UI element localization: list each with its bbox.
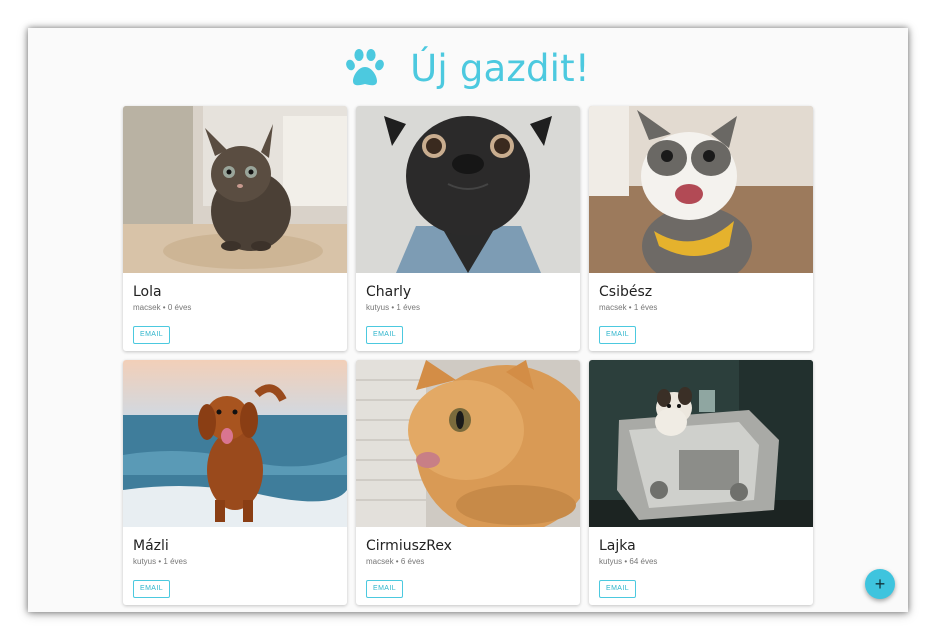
pet-details: kutyus • 1 éves xyxy=(366,303,420,312)
pet-age: 0 éves xyxy=(167,303,192,312)
email-button[interactable]: EMAIL xyxy=(133,326,171,344)
orange-cat-photo xyxy=(356,360,580,527)
pet-card: Charly kutyus • 1 éves EMAIL xyxy=(356,106,580,351)
separator-dot: • xyxy=(395,557,399,566)
separator-dot: • xyxy=(158,557,162,566)
pet-age: 1 éves xyxy=(633,303,658,312)
pet-name: Lajka xyxy=(599,538,636,554)
email-button[interactable]: EMAIL xyxy=(599,326,637,344)
pet-age: 64 éves xyxy=(629,557,658,566)
cat-bandana-photo xyxy=(589,106,813,273)
separator-dot: • xyxy=(628,303,632,312)
pet-card: CirmiuszRex macsek • 6 éves EMAIL xyxy=(356,360,580,605)
pet-species: macsek xyxy=(133,303,161,312)
paw-icon xyxy=(346,49,384,86)
pet-details: macsek • 6 éves xyxy=(366,557,424,566)
pet-name: Csibész xyxy=(599,284,653,300)
plus-icon: + xyxy=(874,574,886,594)
pet-card: Mázli kutyus • 1 éves EMAIL xyxy=(123,360,347,605)
email-button[interactable]: EMAIL xyxy=(366,580,404,598)
email-button[interactable]: EMAIL xyxy=(133,580,171,598)
pet-details: kutyus • 1 éves xyxy=(133,557,187,566)
pet-name: CirmiuszRex xyxy=(366,538,452,554)
page-header: Új gazdit! xyxy=(28,46,908,90)
page-title: Új gazdit! xyxy=(410,46,590,90)
pet-species: macsek xyxy=(366,557,394,566)
dog-beach-photo xyxy=(123,360,347,527)
space-dog-photo xyxy=(589,360,813,527)
separator-dot: • xyxy=(391,303,395,312)
app-window: Új gazdit! Lola macsek • 0 éves EMAIL Ch… xyxy=(28,28,908,612)
pet-age: 6 éves xyxy=(400,557,425,566)
pet-card-grid: Lola macsek • 0 éves EMAIL Charly kutyus… xyxy=(123,106,813,605)
pet-species: kutyus xyxy=(599,557,623,566)
pet-species: macsek xyxy=(599,303,627,312)
pet-card: Lola macsek • 0 éves EMAIL xyxy=(123,106,347,351)
pet-name: Mázli xyxy=(133,538,169,554)
pet-card: Csibész macsek • 1 éves EMAIL xyxy=(589,106,813,351)
pet-details: macsek • 1 éves xyxy=(599,303,657,312)
kitten-photo xyxy=(123,106,347,273)
pet-name: Lola xyxy=(133,284,162,300)
pet-species: kutyus xyxy=(366,303,390,312)
pet-card: Lajka kutyus • 64 éves EMAIL xyxy=(589,360,813,605)
pug-photo xyxy=(356,106,580,273)
pet-details: macsek • 0 éves xyxy=(133,303,191,312)
pet-species: kutyus xyxy=(133,557,157,566)
email-button[interactable]: EMAIL xyxy=(599,580,637,598)
separator-dot: • xyxy=(162,303,166,312)
pet-name: Charly xyxy=(366,284,412,300)
add-pet-button[interactable]: + xyxy=(865,569,895,599)
pet-details: kutyus • 64 éves xyxy=(599,557,657,566)
pet-age: 1 éves xyxy=(163,557,187,566)
email-button[interactable]: EMAIL xyxy=(366,326,404,344)
separator-dot: • xyxy=(624,557,628,566)
pet-age: 1 éves xyxy=(396,303,420,312)
